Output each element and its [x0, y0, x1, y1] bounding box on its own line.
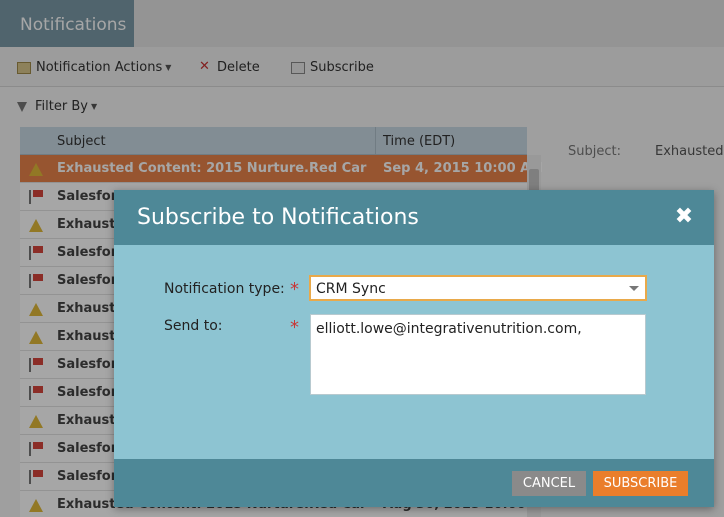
subscribe-button[interactable]: SUBSCRIBE [593, 471, 688, 496]
send-to-label: Send to: [164, 318, 223, 334]
close-icon[interactable]: ✖ [670, 203, 698, 231]
dialog-header: Subscribe to Notifications ✖ [114, 190, 714, 245]
notification-type-value: CRM Sync [316, 281, 386, 297]
cancel-button[interactable]: CANCEL [512, 471, 586, 496]
send-to-textarea[interactable]: elliott.lowe@integrativenutrition.com, [310, 314, 646, 395]
required-marker: * [290, 279, 299, 300]
required-marker: * [290, 317, 299, 338]
subscribe-dialog: Subscribe to Notifications ✖ Notificatio… [114, 190, 714, 507]
chevron-down-icon [629, 286, 639, 291]
dialog-title: Subscribe to Notifications [137, 205, 419, 230]
notification-type-select[interactable]: CRM Sync [309, 275, 647, 301]
notification-type-label: Notification type: [164, 281, 285, 297]
dialog-footer: CANCEL SUBSCRIBE [114, 459, 714, 507]
